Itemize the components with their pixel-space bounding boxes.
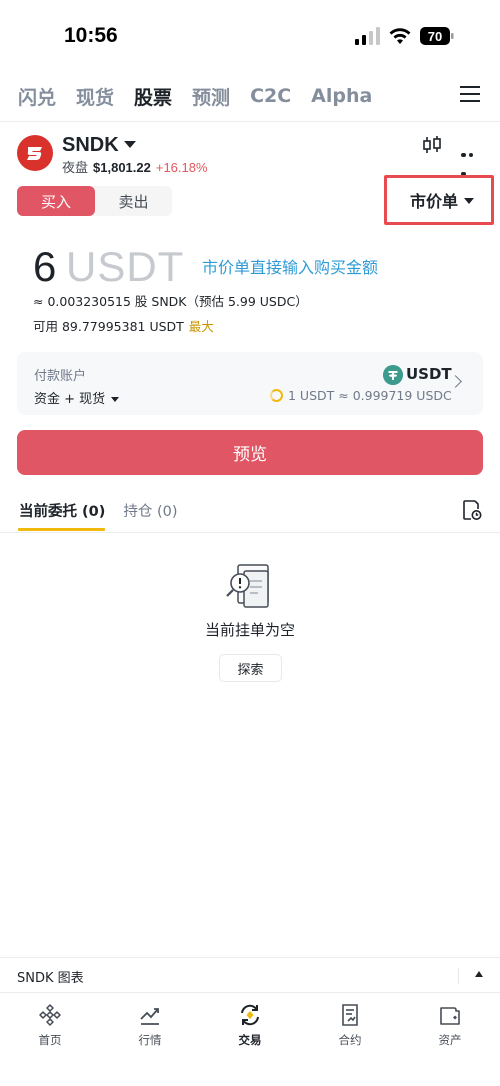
candlestick-icon[interactable] <box>422 135 442 155</box>
more-icon[interactable] <box>461 142 483 176</box>
tab-prediction[interactable]: 预测 <box>192 83 230 110</box>
markets-icon <box>140 1008 159 1025</box>
amount-input[interactable]: 6 <box>33 243 56 291</box>
status-bar: 10:56 70 <box>0 0 500 70</box>
nav-home[interactable]: 首页 <box>0 993 100 1063</box>
wifi-icon <box>389 28 411 44</box>
nav-assets[interactable]: 资产 <box>400 993 500 1063</box>
available-label: 可用 89.77995381 USDT <box>33 319 184 334</box>
tab-stocks[interactable]: 股票 <box>134 83 172 110</box>
signal-icon <box>355 27 380 45</box>
explore-button[interactable]: 探索 <box>219 654 282 682</box>
asset-price: $1,801.22 <box>93 160 151 175</box>
nav-futures[interactable]: 合约 <box>300 993 400 1063</box>
sell-tab[interactable]: 卖出 <box>95 186 172 216</box>
exchange-rate: 1 USDT ≈ 0.999719 USDC <box>288 388 452 403</box>
tab-alpha[interactable]: Alpha <box>311 85 372 107</box>
wallet-icon <box>440 1007 460 1025</box>
refresh-rate-icon <box>270 389 283 402</box>
battery-icon: 70 <box>420 27 454 45</box>
chart-panel-label: SNDK 图表 <box>17 971 84 986</box>
empty-orders-icon <box>226 564 269 608</box>
order-tabs: 当前委托 (0) 持仓 (0) <box>17 500 196 531</box>
share-estimate: ≈ 0.003230515 股 SNDK（预估 5.99 USDC） <box>33 294 308 309</box>
empty-state-title: 当前挂单为空 <box>204 621 295 639</box>
buy-tab[interactable]: 买入 <box>17 186 95 216</box>
nav-label: 资产 <box>438 1033 462 1047</box>
tab-open-orders[interactable]: 当前委托 (0) <box>17 500 106 531</box>
max-button[interactable]: 最大 <box>189 319 214 334</box>
nav-label: 交易 <box>238 1033 262 1047</box>
amount-hint: 市价单直接输入购买金额 <box>202 258 379 277</box>
caret-down-icon <box>464 198 474 204</box>
chevron-down-icon[interactable] <box>124 141 136 148</box>
home-icon <box>39 1004 61 1026</box>
trade-icon <box>241 1004 259 1026</box>
tab-positions[interactable]: 持仓 (0) <box>123 500 177 530</box>
divider <box>0 121 500 122</box>
payment-account-label: 资金 + 现货 <box>34 392 106 407</box>
usdt-icon <box>383 365 403 385</box>
payment-account-card[interactable]: 付款账户 资金 + 现货 USDT 1 USDT ≈ 0.999719 USDC <box>17 352 483 415</box>
divider <box>458 968 459 984</box>
preview-button[interactable]: 预览 <box>17 430 483 475</box>
top-tabs: 闪兑 现货 股票 预测 C2C Alpha <box>18 80 500 112</box>
asset-symbol[interactable]: SNDK <box>62 134 119 157</box>
menu-icon[interactable] <box>460 86 480 104</box>
futures-icon <box>342 1004 358 1026</box>
asset-change: +16.18% <box>155 160 208 175</box>
payment-account-title: 付款账户 <box>34 369 87 384</box>
order-history-icon[interactable] <box>462 499 482 521</box>
caret-down-icon <box>111 397 120 402</box>
asset-quote: 夜盘 $1,801.22 +16.18% <box>62 157 208 176</box>
available-balance: 可用 89.77995381 USDT 最大 <box>33 316 214 335</box>
payment-token: USDT <box>406 365 452 383</box>
caret-up-icon[interactable] <box>475 971 483 977</box>
amount-unit: USDT <box>66 243 185 290</box>
nav-trade[interactable]: 交易 <box>200 993 300 1063</box>
tab-spot[interactable]: 现货 <box>76 83 114 110</box>
trading-session: 夜盘 <box>62 160 89 175</box>
order-type-select[interactable]: 市价单 <box>384 175 494 225</box>
bottom-nav: 首页 行情 交易 合约 资产 <box>0 993 500 1063</box>
sndk-logo-icon <box>27 147 42 160</box>
chart-panel-toggle[interactable]: SNDK 图表 <box>0 957 500 993</box>
tab-convert[interactable]: 闪兑 <box>18 83 56 110</box>
nav-markets[interactable]: 行情 <box>100 993 200 1063</box>
order-type-label: 市价单 <box>410 192 459 211</box>
buy-sell-toggle: 买入 卖出 <box>17 186 172 216</box>
svg-text:70: 70 <box>428 29 442 44</box>
tab-c2c[interactable]: C2C <box>250 85 291 107</box>
nav-label: 行情 <box>138 1033 162 1047</box>
nav-label: 合约 <box>338 1033 362 1047</box>
asset-logo <box>17 135 53 171</box>
nav-label: 首页 <box>38 1033 62 1047</box>
payment-account-select[interactable]: 资金 + 现货 <box>34 388 120 407</box>
status-time: 10:56 <box>64 24 118 47</box>
divider <box>0 532 500 533</box>
